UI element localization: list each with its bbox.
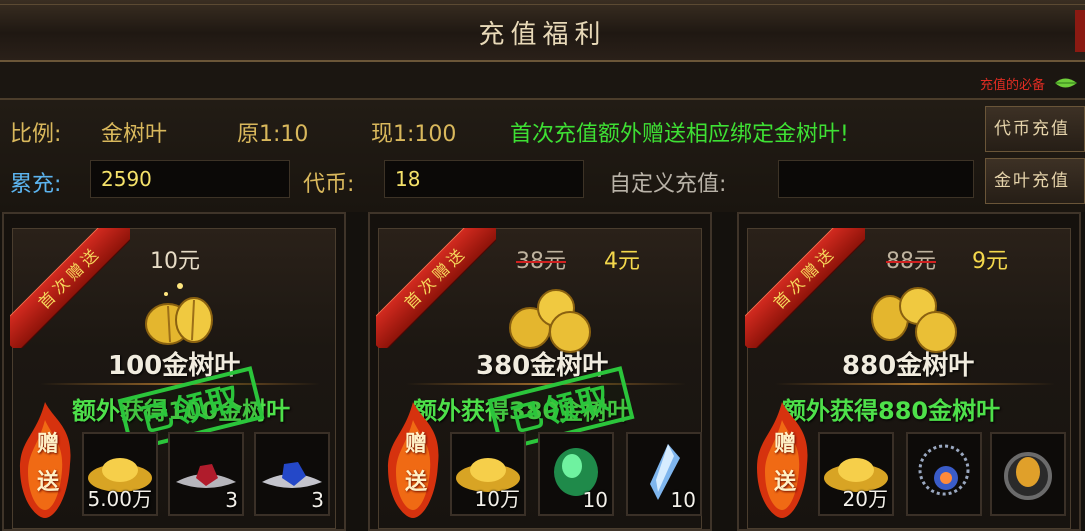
original-ratio: 原1:10 <box>237 122 309 147</box>
slot-count: 10 <box>582 488 608 512</box>
card-3-bonus: 额外获得880金树叶 <box>782 397 1001 425</box>
total-label: 累充: <box>10 172 62 197</box>
card-1-price: 10元 <box>150 249 200 274</box>
slot-count: 20万 <box>842 487 888 511</box>
promo-text: 首次充值额外赠送相应绑定金树叶! <box>510 122 849 147</box>
hint-strip <box>0 62 1085 98</box>
reward-slot[interactable]: 10万 <box>450 432 526 516</box>
reward-slot[interactable]: 3 <box>168 432 244 516</box>
reward-slot[interactable]: 5.00万 <box>82 432 158 516</box>
first-recharge-ribbon: 首次赠送 <box>10 228 130 348</box>
slot-count: 3 <box>225 488 238 512</box>
page-title: 充值福利 <box>478 20 607 50</box>
token-field: 18 <box>384 160 584 198</box>
token-recharge-button[interactable]: 代币充值 <box>985 106 1085 152</box>
gold-leaf-icon <box>145 283 213 345</box>
reward-slot[interactable]: 10 <box>538 432 614 516</box>
card-2-original-price: 38元 <box>516 249 566 274</box>
reward-slot[interactable]: 20万 <box>818 432 894 516</box>
reward-slot[interactable] <box>906 432 982 516</box>
hint-text: 充值的必备 <box>979 78 1045 93</box>
card-3-divider <box>775 383 1055 385</box>
first-recharge-ribbon: 首次赠送 <box>376 228 496 348</box>
card-3-original-price: 88元 <box>886 249 936 274</box>
reward-slot[interactable]: 3 <box>254 432 330 516</box>
currency-name: 金树叶 <box>101 122 168 147</box>
first-recharge-ribbon: 首次赠送 <box>745 228 865 348</box>
slot-count: 5.00万 <box>87 487 152 511</box>
close-button[interactable] <box>1075 10 1085 52</box>
gift-label: 赠送 <box>36 432 59 495</box>
custom-label: 自定义充值: <box>609 172 727 197</box>
card-3-amount: 880金树叶 <box>842 351 975 381</box>
slot-count: 10万 <box>474 487 520 511</box>
card-2-current-price: 4元 <box>604 249 640 274</box>
ratio-label: 比例: <box>10 122 62 147</box>
current-ratio: 现1:100 <box>371 122 457 147</box>
title-bar: 充值福利 <box>0 0 1085 62</box>
token-label: 代币: <box>303 172 355 197</box>
total-field: 2590 <box>90 160 290 198</box>
total-value: 2590 <box>101 167 152 191</box>
custom-amount-input[interactable] <box>778 160 974 198</box>
reward-slot[interactable] <box>990 432 1066 516</box>
reward-slot[interactable]: 10 <box>626 432 702 516</box>
gift-label: 赠送 <box>404 432 427 495</box>
card-3-current-price: 9元 <box>972 249 1008 274</box>
amulet-necklace-icon <box>918 444 970 496</box>
leaf-arrow-icon <box>1055 78 1077 88</box>
slot-count: 3 <box>311 488 324 512</box>
token-value: 18 <box>395 167 421 191</box>
slot-count: 10 <box>670 488 696 512</box>
gold-ring-icon <box>1004 452 1052 500</box>
gold-leaf-recharge-button[interactable]: 金叶充值 <box>985 158 1085 204</box>
gift-label: 赠送 <box>773 432 796 495</box>
